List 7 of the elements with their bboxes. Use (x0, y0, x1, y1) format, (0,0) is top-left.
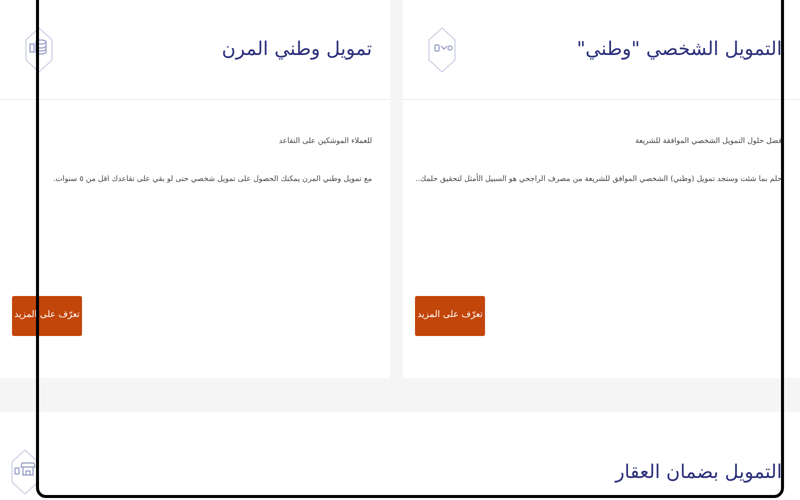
card-title: التمويل الشخصي "وطني" (576, 37, 782, 62)
learn-more-button[interactable]: تعرّف على المزيد (415, 296, 485, 336)
card-title: تمويل وطني المرن (222, 37, 372, 62)
section-title: التمويل بضمان العقار (615, 460, 782, 485)
learn-more-button[interactable]: تعرّف على المزيد (12, 296, 82, 336)
coins-hexagon-icon (24, 26, 54, 74)
badge-hexagon-icon (427, 26, 457, 74)
